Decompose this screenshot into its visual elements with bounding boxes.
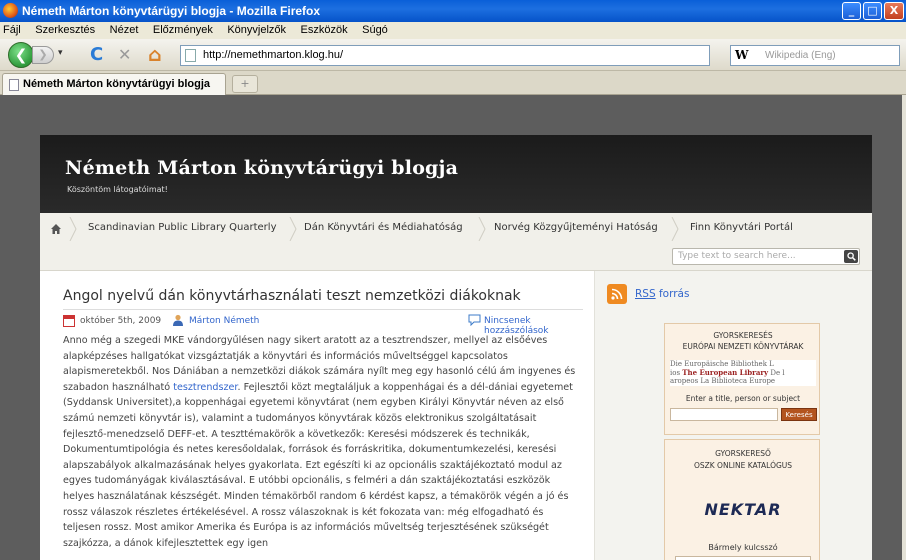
post-title[interactable]: Angol nyelvű dán könyvtárhasználati tesz…: [63, 288, 521, 304]
url-bar[interactable]: http://nemethmarton.klog.hu/ ☆: [180, 45, 891, 66]
tab-blog[interactable]: Németh Márton könyvtárügyi blogja: [2, 73, 226, 95]
new-tab-button[interactable]: +: [232, 75, 258, 93]
nav-item-splq[interactable]: Scandinavian Public Library Quarterly: [88, 222, 277, 233]
page-icon: [185, 49, 196, 62]
rss-label[interactable]: RSS: [635, 288, 656, 300]
post-body-text: . Fejlesztői közt megtaláljuk a koppenhá…: [63, 381, 573, 549]
stop-icon[interactable]: ✕: [118, 45, 131, 65]
menu-view[interactable]: Nézet: [110, 22, 139, 39]
window-titlebar: Németh Márton könyvtárügyi blogja - Mozi…: [0, 0, 906, 22]
tab-label: Németh Márton könyvtárügyi blogja: [23, 78, 211, 90]
banner-line: aropeos La Biblioteca Europe: [670, 377, 776, 385]
european-library-search-input[interactable]: [670, 408, 778, 421]
author-icon: [173, 314, 183, 326]
rss-link[interactable]: RSS forrás: [635, 288, 689, 300]
banner-text: De l: [768, 368, 785, 377]
reload-icon[interactable]: C: [90, 45, 103, 65]
search-icon: [846, 252, 856, 261]
tab-page-icon: [9, 79, 19, 91]
history-dropdown-icon[interactable]: ▾: [58, 48, 63, 58]
blog-navigation: Scandinavian Public Library Quarterly Dá…: [40, 213, 872, 271]
european-library-search-button[interactable]: Keresés: [781, 408, 817, 421]
url-text[interactable]: http://nemethmarton.klog.hu/: [203, 49, 343, 61]
page-viewport: Németh Márton könyvtárügyi blogja Köszön…: [0, 95, 906, 560]
home-icon[interactable]: ⌂: [148, 45, 162, 65]
blog-subtitle: Köszöntöm látogatóimat!: [67, 185, 168, 194]
nektar-logo: NEKTAR: [704, 500, 782, 519]
content-area: Angol nyelvű dán könyvtárhasználati tesz…: [40, 271, 872, 560]
keyword-label: Bármely kulcsszó: [708, 543, 778, 552]
search-button[interactable]: [844, 250, 858, 263]
window-title: Németh Márton könyvtárügyi blogja - Mozi…: [22, 4, 321, 18]
tab-bar: Németh Márton könyvtárügyi blogja +: [0, 71, 906, 95]
oszk-catalog-widget: GYORSKERESŐ OSZK ONLINE KATALÓGUS NEKTAR…: [664, 439, 820, 560]
comment-icon: [468, 314, 481, 326]
back-button[interactable]: ❮: [8, 42, 34, 68]
blog-post: Angol nyelvű dán könyvtárhasználati tesz…: [40, 271, 594, 560]
menu-edit[interactable]: Szerkesztés: [35, 22, 95, 39]
banner-line: ios The European Library De l: [670, 367, 816, 378]
post-body-link[interactable]: tesztrendszer: [173, 382, 237, 393]
oszk-keyword-input[interactable]: [675, 556, 811, 560]
blog-header: Németh Márton könyvtárügyi blogja Köszön…: [40, 135, 872, 213]
nav-separator: [289, 217, 297, 241]
widget-help-text: Enter a title, person or subject: [685, 394, 801, 403]
sidebar: RSS forrás GYORSKERESÉS EURÓPAI NEMZETI …: [594, 271, 872, 560]
blog-title[interactable]: Németh Márton könyvtárügyi blogja: [65, 157, 458, 179]
post-date: október 5th, 2009: [80, 316, 162, 326]
nav-separator: [671, 217, 679, 241]
widget-heading: EURÓPAI NEMZETI KÖNYVTÁRAK: [682, 342, 804, 351]
widget-heading: OSZK ONLINE KATALÓGUS: [693, 461, 793, 470]
menu-file[interactable]: Fájl: [3, 22, 21, 39]
vertical-scrollbar[interactable]: [902, 95, 906, 560]
european-library-banner: Die Europäische Bibliothek L ios The Eur…: [670, 360, 816, 386]
menu-bar: Fájl Szerkesztés Nézet Előzmények Könyvj…: [0, 22, 906, 39]
menu-bookmarks[interactable]: Könyvjelzők: [227, 22, 286, 39]
nav-separator: [69, 217, 77, 241]
divider: [63, 309, 583, 310]
menu-help[interactable]: Súgó: [362, 22, 388, 39]
home-icon[interactable]: [50, 223, 62, 235]
blog-search-input[interactable]: Type text to search here...: [672, 248, 860, 265]
wikipedia-icon[interactable]: W: [735, 48, 748, 62]
nav-item-danish-agency[interactable]: Dán Könyvtári és Médiahatóság: [304, 222, 463, 233]
maximize-button[interactable]: □: [863, 2, 882, 20]
firefox-icon: [3, 3, 18, 18]
nav-item-finnish-portal[interactable]: Finn Könyvtári Portál: [690, 222, 793, 233]
navigation-toolbar: ❮ ❯ ▾ C ✕ ⌂ http://nemethmarton.klog.hu/…: [0, 39, 906, 71]
post-body: Anno még a szegedi MKE vándorgyűlésen na…: [63, 333, 583, 551]
widget-heading: GYORSKERESŐ: [715, 449, 771, 458]
europeana-search-widget: GYORSKERESÉS EURÓPAI NEMZETI KÖNYVTÁRAK …: [664, 323, 820, 435]
minimize-button[interactable]: _: [842, 2, 861, 20]
menu-history[interactable]: Előzmények: [153, 22, 213, 39]
widget-heading: GYORSKERESÉS: [713, 331, 773, 340]
nav-item-norwegian-authority[interactable]: Norvég Közgyűjteményi Hatóság: [494, 222, 658, 233]
post-author[interactable]: Márton Németh: [189, 316, 259, 326]
calendar-icon: [63, 315, 75, 327]
banner-text: ios: [670, 368, 683, 377]
banner-text: The European Library: [682, 367, 769, 377]
rss-waves-icon: [611, 288, 623, 300]
forward-button[interactable]: ❯: [32, 46, 54, 64]
menu-tools[interactable]: Eszközök: [301, 22, 348, 39]
nav-separator: [478, 217, 486, 241]
search-placeholder: Wikipedia (Eng): [765, 50, 836, 61]
close-button[interactable]: X: [884, 2, 904, 20]
blog-search-placeholder: Type text to search here...: [678, 251, 796, 261]
rss-suffix: forrás: [655, 288, 690, 300]
rss-icon[interactable]: [607, 284, 627, 304]
search-bar[interactable]: W Wikipedia (Eng): [730, 45, 900, 66]
